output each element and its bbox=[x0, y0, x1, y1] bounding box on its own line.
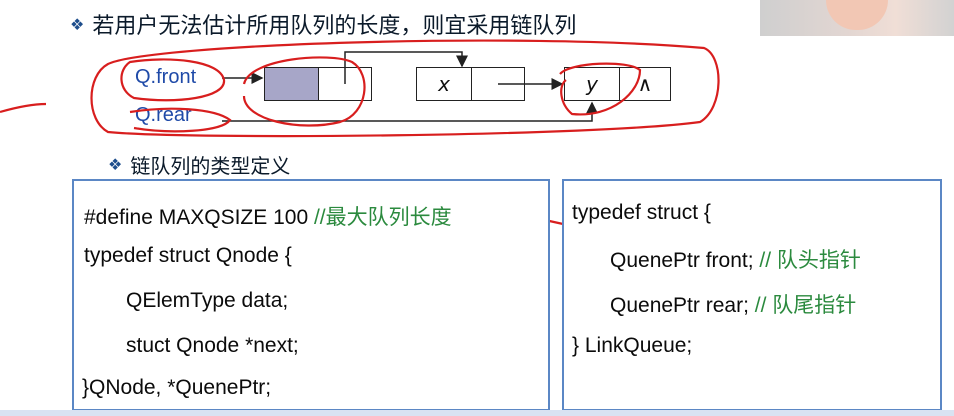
code-rear-comment: // 队尾指针 bbox=[754, 294, 857, 317]
code-line-typedef-qnode: typedef struct Qnode { bbox=[84, 244, 292, 267]
section-subtitle-text: 链队列的类型定义 bbox=[130, 154, 291, 178]
code-line-data-field: QElemType data; bbox=[126, 289, 289, 312]
code-line-front-field: QuenePtr front; // 队头指针 bbox=[610, 244, 861, 274]
code-line-rear-field: QuenePtr rear; // 队尾指针 bbox=[610, 289, 856, 319]
code-front-text: QuenePtr front; bbox=[610, 249, 760, 272]
code-front-comment: // 队头指针 bbox=[759, 249, 861, 272]
rear-arrow bbox=[222, 101, 598, 122]
diamond-bullet-icon: ❖ bbox=[108, 155, 123, 174]
code-line-typedef-struct: typedef struct { bbox=[572, 201, 711, 224]
code-define-text: #define MAXQSIZE 100 bbox=[84, 206, 314, 229]
section-subtitle: ❖ 链队列的类型定义 bbox=[108, 150, 290, 179]
code-define-comment: //最大队列长度 bbox=[313, 206, 452, 229]
code-rear-text: QuenePtr rear; bbox=[610, 294, 755, 317]
bottom-strip bbox=[0, 410, 954, 416]
qnode-code-box: #define MAXQSIZE 100 //最大队列长度 typedef st… bbox=[72, 179, 550, 411]
code-line-linkqueue-close: } LinkQueue; bbox=[572, 334, 693, 357]
linkqueue-code-box: typedef struct { QuenePtr front; // 队头指针… bbox=[562, 179, 942, 411]
code-line-qnode-close: }QNode, *QuenePtr; bbox=[82, 376, 272, 399]
code-line-next-field: stuct Qnode *next; bbox=[126, 334, 299, 357]
code-line-define: #define MAXQSIZE 100 //最大队列长度 bbox=[84, 201, 452, 231]
